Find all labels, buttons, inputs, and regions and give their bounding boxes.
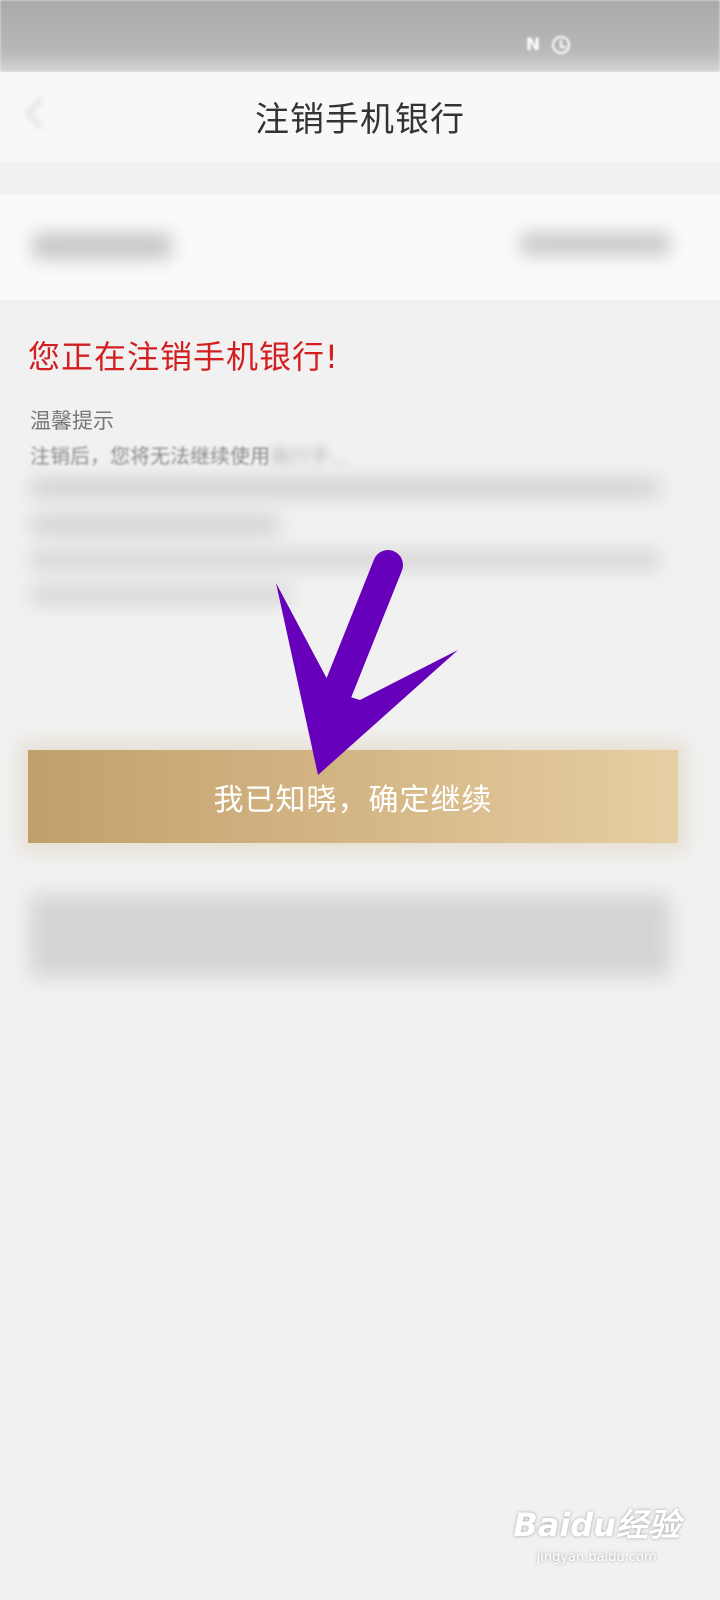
arrow-shaft [315,550,403,725]
watermark-logo: Baidu经验 [513,1506,680,1544]
watermark: Baidu经验 jingyan.baidu.com [513,1500,680,1565]
arrow-annotation-icon [276,550,458,775]
watermark-url: jingyan.baidu.com [536,1550,657,1565]
